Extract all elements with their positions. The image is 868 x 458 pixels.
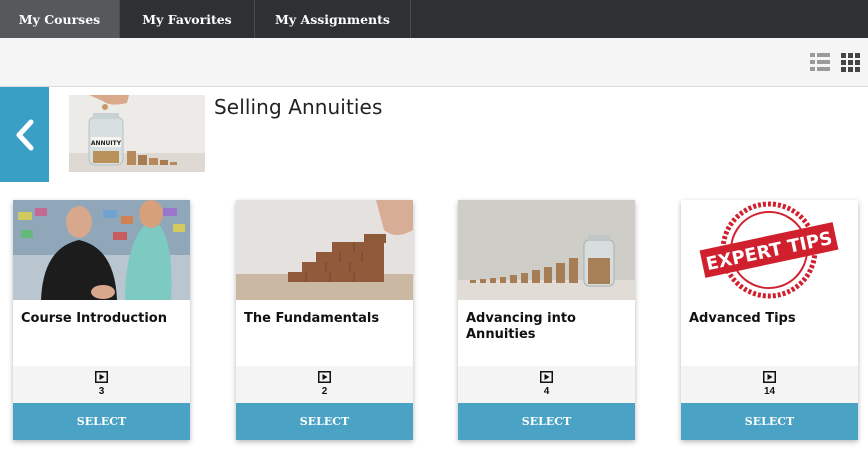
- video-count: 3: [98, 386, 105, 397]
- list-view-icon[interactable]: [810, 52, 830, 72]
- coin-stacks-jar-photo: [458, 200, 635, 300]
- video-icon: [95, 371, 108, 383]
- jar-label: ANNUITY: [91, 140, 122, 147]
- select-button[interactable]: SELECT: [681, 403, 858, 440]
- course-title: Selling Annuities: [214, 95, 383, 119]
- tab-my-assignments[interactable]: My Assignments: [255, 0, 411, 38]
- module-meta: 4: [458, 366, 635, 403]
- module-card[interactable]: The Fundamentals 2 SELECT: [236, 200, 413, 440]
- video-count: 4: [543, 386, 550, 397]
- video-icon: [318, 371, 331, 383]
- module-card[interactable]: Course Introduction 3 SELECT: [13, 200, 190, 440]
- module-meta: 3: [13, 366, 190, 403]
- module-card[interactable]: Advancing into Annuities 4 SELECT: [458, 200, 635, 440]
- presenter-photo: [13, 200, 190, 300]
- tab-my-courses[interactable]: My Courses: [0, 0, 120, 38]
- video-icon: [763, 371, 776, 383]
- wooden-blocks-stairs-photo: [236, 200, 413, 300]
- video-icon: [540, 371, 553, 383]
- module-title: Advanced Tips: [689, 311, 796, 326]
- course-thumbnail: ANNUITY: [69, 95, 205, 172]
- module-title: The Fundamentals: [244, 311, 380, 326]
- select-button[interactable]: SELECT: [458, 403, 635, 440]
- select-button[interactable]: SELECT: [13, 403, 190, 440]
- chevron-left-icon: [16, 119, 33, 150]
- grid-view-icon[interactable]: [841, 52, 861, 72]
- module-meta: 14: [681, 366, 858, 403]
- module-card[interactable]: EXPERT TIPS Advanced Tips 14 SELECT: [681, 200, 858, 440]
- select-button[interactable]: SELECT: [236, 403, 413, 440]
- module-title: Course Introduction: [21, 311, 167, 326]
- back-button[interactable]: [0, 87, 49, 182]
- module-meta: 2: [236, 366, 413, 403]
- tab-my-favorites[interactable]: My Favorites: [120, 0, 255, 38]
- expert-tips-stamp: EXPERT TIPS: [681, 200, 858, 300]
- video-count: 2: [321, 386, 328, 397]
- view-toolbar: [0, 38, 868, 87]
- top-tab-bar: My Courses My Favorites My Assignments: [0, 0, 868, 38]
- module-title: Advancing into Annuities: [466, 311, 576, 342]
- video-count: 14: [763, 386, 776, 397]
